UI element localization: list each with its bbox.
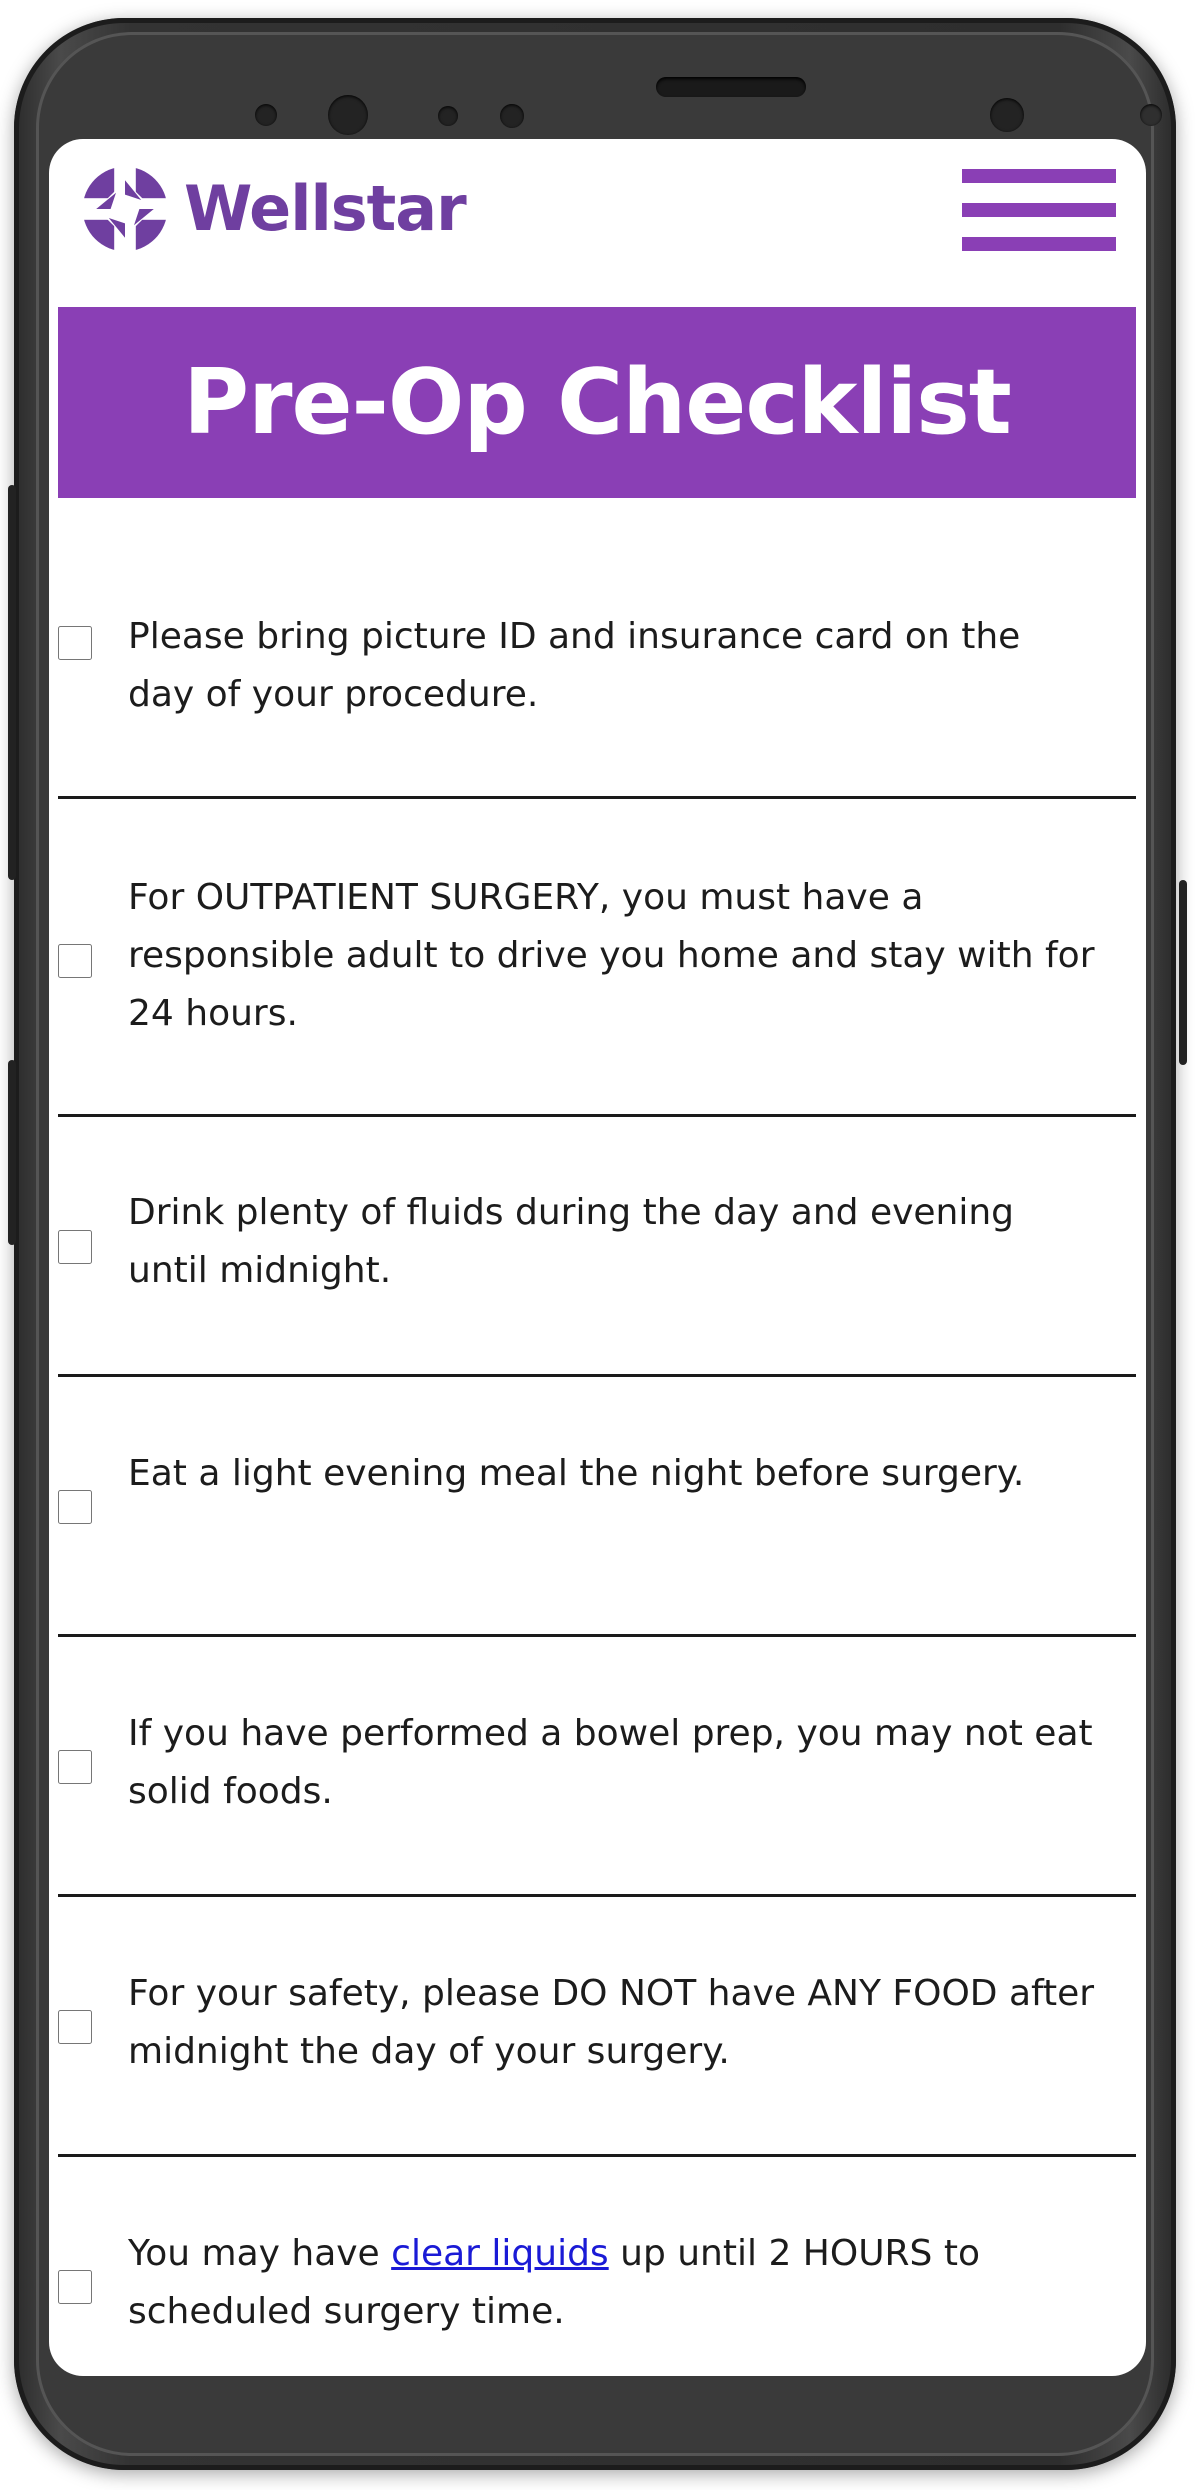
checklist-checkbox[interactable] (58, 1230, 92, 1264)
checklist-checkbox[interactable] (58, 2270, 92, 2304)
sensor-dot (1140, 104, 1162, 126)
checklist-checkbox[interactable] (58, 1490, 92, 1524)
iris-camera (328, 95, 368, 135)
clear-liquids-link[interactable]: clear liquids (391, 2233, 609, 2274)
brand-name: Wellstar (184, 172, 467, 245)
checklist: Please bring picture ID and insurance ca… (58, 498, 1136, 2376)
earpiece-speaker (656, 77, 806, 97)
checklist-checkbox[interactable] (58, 1750, 92, 1784)
sensor-dot (255, 104, 277, 126)
bixby-button (8, 1060, 16, 1245)
volume-button (8, 485, 16, 880)
wellstar-mark-icon (80, 164, 170, 254)
checklist-item-text: For your safety, please DO NOT have ANY … (128, 1973, 1095, 2072)
checklist-checkbox[interactable] (58, 626, 92, 660)
checklist-item-text: For OUTPATIENT SURGERY, you must have a … (128, 877, 1095, 1034)
list-item: Please bring picture ID and insurance ca… (58, 498, 1136, 799)
app-screen: Wellstar Pre-Op Checklist Please bring p… (49, 139, 1146, 2376)
list-item: Eat a light evening meal the night befor… (58, 1377, 1136, 1637)
front-camera (990, 98, 1024, 132)
wellstar-logo[interactable]: Wellstar (80, 164, 467, 254)
checklist-item-text: If you have performed a bowel prep, you … (128, 1713, 1093, 1812)
checklist-item-text: Drink plenty of fluids during the day an… (128, 1192, 1015, 1291)
list-item: For your safety, please DO NOT have ANY … (58, 1897, 1136, 2157)
title-banner: Pre-Op Checklist (58, 307, 1136, 498)
list-item: For OUTPATIENT SURGERY, you must have a … (58, 799, 1136, 1117)
sensor-dot (500, 104, 524, 128)
list-item: If you have performed a bowel prep, you … (58, 1637, 1136, 1897)
list-item: You may have clear liquids up until 2 HO… (58, 2157, 1136, 2376)
checklist-checkbox[interactable] (58, 944, 92, 978)
power-button (1179, 880, 1187, 1065)
checklist-item-text: Please bring picture ID and insurance ca… (128, 616, 1021, 715)
sensor-dot (438, 106, 458, 126)
item-text-before: You may have (128, 2233, 392, 2274)
top-bar: Wellstar (49, 139, 1146, 307)
checklist-checkbox[interactable] (58, 2010, 92, 2044)
hamburger-menu-icon[interactable] (962, 169, 1116, 251)
checklist-item-text: Eat a light evening meal the night befor… (128, 1453, 1025, 1494)
page-title: Pre-Op Checklist (183, 350, 1012, 455)
list-item: Drink plenty of fluids during the day an… (58, 1117, 1136, 1377)
checklist-item-text: You may have clear liquids up until 2 HO… (128, 2225, 1096, 2341)
